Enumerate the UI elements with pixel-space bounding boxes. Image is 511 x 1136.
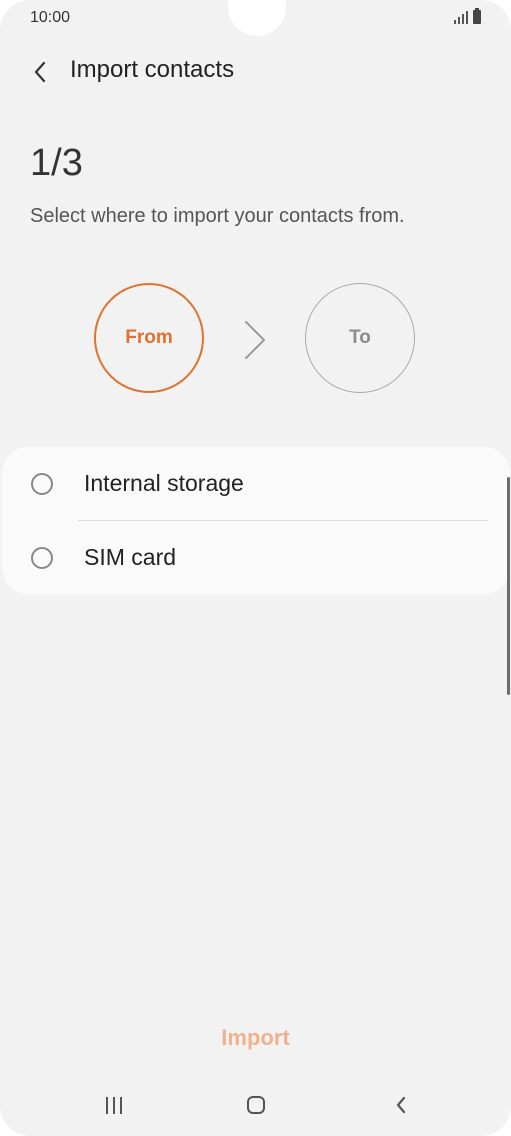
home-icon[interactable] <box>238 1085 274 1125</box>
source-options-card: Internal storage SIM card <box>2 447 510 594</box>
step-indicator: 1/3 <box>30 142 83 184</box>
recents-icon[interactable] <box>96 1085 132 1125</box>
status-time: 10:00 <box>30 9 71 26</box>
status-icons <box>454 8 481 24</box>
to-label: To <box>349 327 371 348</box>
option-internal-storage[interactable]: Internal storage <box>2 447 510 520</box>
option-sim-card[interactable]: SIM card <box>2 521 510 594</box>
step-description: Select where to import your contacts fro… <box>30 205 405 227</box>
phone-screen: 10:00 Import contacts 1/3 Select where t… <box>0 0 511 1136</box>
radio-button[interactable] <box>31 472 53 495</box>
battery-icon <box>473 8 481 24</box>
navigation-bar <box>0 1085 511 1125</box>
to-step-circle: To <box>305 283 415 393</box>
signal-icon <box>454 10 468 24</box>
from-label: From <box>125 327 173 348</box>
chevron-right-icon <box>245 321 265 359</box>
back-button[interactable] <box>22 52 58 92</box>
page-title: Import contacts <box>70 56 235 83</box>
camera-notch <box>228 0 286 36</box>
back-icon[interactable] <box>383 1085 419 1125</box>
radio-button[interactable] <box>31 546 53 569</box>
scrollbar[interactable] <box>507 477 510 695</box>
chevron-left-icon <box>34 61 46 83</box>
option-label: Internal storage <box>84 470 244 496</box>
import-button[interactable]: Import <box>0 1025 511 1051</box>
from-step-circle: From <box>94 283 204 393</box>
option-label: SIM card <box>84 544 177 570</box>
